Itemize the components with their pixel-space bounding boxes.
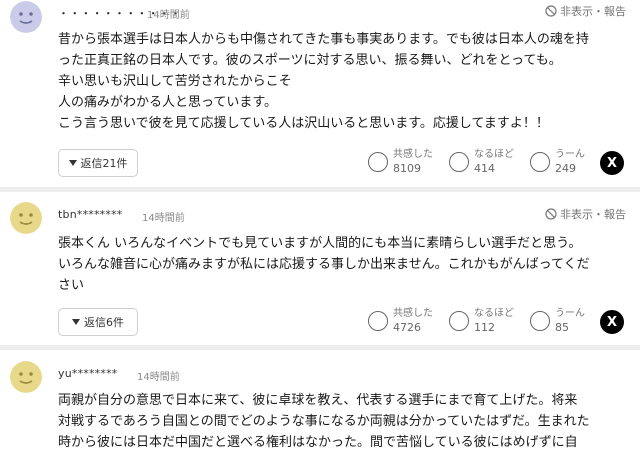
comment-body: 両親が自分の意思で日本に来て、彼に卓球を教え、代表する選手にまで育て上げた。将来… [58, 393, 590, 450]
avatar [10, 1, 42, 33]
triangle-down-icon [72, 319, 80, 325]
comment-body: 昔から張本選手は日本人からも中傷されてきた事も事実あります。でも彼は日本人の魂を… [58, 32, 589, 131]
avatar [10, 361, 42, 393]
insight-reaction[interactable]: なるほど 112 [449, 307, 514, 335]
triangle-down-icon [68, 160, 77, 166]
ban-icon [545, 5, 557, 17]
smile-icon [368, 311, 388, 331]
x-share-button[interactable]: X [600, 310, 624, 334]
ban-icon [545, 208, 557, 220]
timestamp: 14時間前 [142, 213, 185, 224]
report-label: 非表示・報告 [560, 5, 626, 18]
hmm-reaction[interactable]: うーん 85 [530, 307, 585, 335]
reply-toggle-button[interactable]: 返信6件 [58, 308, 138, 336]
timestamp: 14時間前 [147, 10, 190, 21]
surprised-icon [449, 152, 469, 172]
hide-report-button[interactable]: 非表示・報告 [545, 206, 626, 222]
avatar [10, 202, 42, 234]
agree-reaction[interactable]: 共感した 4726 [368, 307, 433, 335]
smile-icon [368, 152, 388, 172]
separator [0, 345, 640, 350]
hmm-reaction[interactable]: うーん 249 [530, 148, 585, 176]
timestamp: 14時間前 [137, 372, 180, 383]
hide-report-button[interactable]: 非表示・報告 [545, 3, 626, 19]
thinking-icon [530, 152, 550, 172]
comment-body: 張本くん いろんなイベントでも見ていますが人間的にも本当に素晴らしい選手だと思う… [58, 236, 590, 293]
separator [0, 187, 640, 192]
reply-toggle-button[interactable]: 返信21件 [58, 149, 138, 177]
username[interactable]: yu******** [58, 367, 117, 380]
insight-reaction[interactable]: なるほど 414 [449, 148, 514, 176]
report-label: 非表示・報告 [560, 208, 626, 221]
agree-reaction[interactable]: 共感した 8109 [368, 148, 433, 176]
username[interactable]: tbn******** [58, 208, 122, 221]
surprised-icon [449, 311, 469, 331]
thinking-icon [530, 311, 550, 331]
x-share-button[interactable]: X [600, 151, 624, 175]
